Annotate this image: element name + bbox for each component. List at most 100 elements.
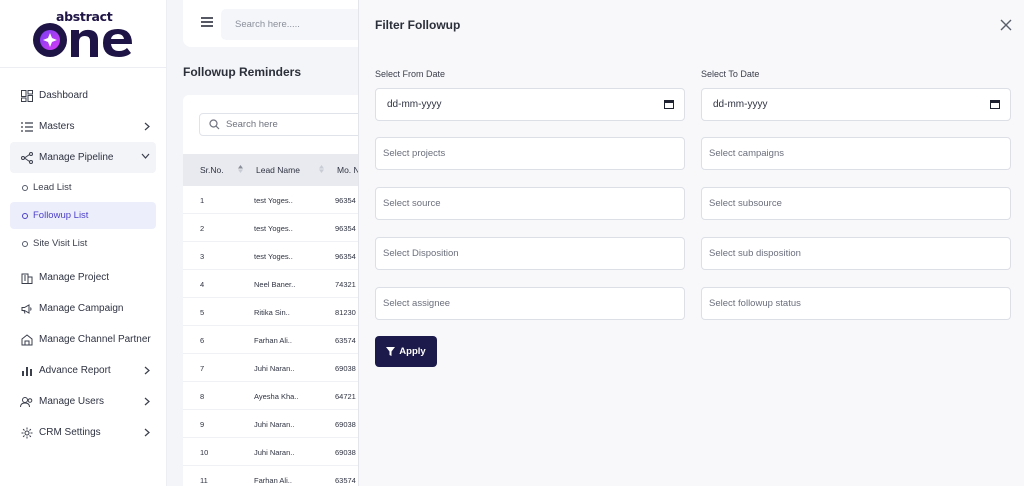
table-header: Sr.No. Lead Name Mo. N — [183, 154, 383, 186]
table-row[interactable]: 6 Farhan Ali.. 63574 — [183, 326, 383, 354]
calendar-icon[interactable] — [990, 99, 1000, 109]
sidebar-item-label: Manage Pipeline — [39, 152, 114, 163]
close-icon[interactable] — [999, 18, 1013, 32]
cell-mobile: 64721 — [335, 392, 356, 401]
cell-lead-name: test Yoges.. — [254, 252, 293, 261]
from-date-input[interactable]: dd-mm-yyyy — [375, 88, 685, 121]
apply-button-label: Apply — [399, 346, 426, 357]
from-date-label: Select From Date — [375, 69, 446, 79]
column-header-mobile[interactable]: Mo. N — [337, 165, 360, 175]
cell-lead-name: Neel Baner.. — [254, 280, 296, 289]
sidebar-item-crm-settings[interactable]: CRM Settings — [0, 417, 166, 448]
cell-lead-name: Farhan Ali.. — [254, 336, 292, 345]
cell-sr-no: 10 — [200, 448, 209, 457]
table-row[interactable]: 3 test Yoges.. 96354 — [183, 242, 383, 270]
apply-button[interactable]: Apply — [375, 336, 437, 367]
disposition-select[interactable]: Select Disposition — [375, 237, 685, 270]
table-row[interactable]: 8 Ayesha Kha.. 64721 — [183, 382, 383, 410]
cell-mobile: 96354 — [335, 196, 356, 205]
sidebar: abstract Dashboard Masters Manage Pipeli… — [0, 0, 167, 486]
cell-lead-name: Juhi Naran.. — [254, 420, 295, 429]
sidebar-subitem-followup-list[interactable]: Followup List — [10, 202, 156, 229]
sidebar-item-label: CRM Settings — [39, 427, 101, 438]
cell-lead-name: Juhi Naran.. — [254, 448, 295, 457]
subsource-select[interactable]: Select subsource — [701, 187, 1011, 220]
column-header-lead-name[interactable]: Lead Name — [256, 165, 300, 175]
search-icon — [209, 119, 220, 130]
sidebar-subitem-site-visit-list[interactable]: Site Visit List — [0, 229, 166, 258]
list-search-input[interactable]: Search here — [199, 113, 369, 136]
table-body: 1 test Yoges.. 96354 2 test Yoges.. 96354 3 t… — [183, 186, 383, 486]
chevron-right-icon — [144, 397, 150, 406]
cell-mobile: 63574 — [335, 476, 356, 485]
sub-disposition-select[interactable]: Select sub disposition — [701, 237, 1011, 270]
sidebar-item-manage-users[interactable]: Manage Users — [0, 386, 166, 417]
projects-select[interactable]: Select projects — [375, 137, 685, 170]
table-row[interactable]: 11 Farhan Ali.. 63574 — [183, 466, 383, 486]
brand-one-mark — [33, 23, 132, 57]
top-bar: Search here..... — [183, 0, 383, 47]
dashboard-icon — [20, 89, 33, 102]
cell-mobile: 74321 — [335, 280, 356, 289]
source-select[interactable]: Select source — [375, 187, 685, 220]
sidebar-item-advance-report[interactable]: Advance Report — [0, 355, 166, 386]
sort-icon[interactable] — [238, 165, 243, 173]
assignee-select[interactable]: Select assignee — [375, 287, 685, 320]
table-row[interactable]: 10 Juhi Naran.. 69038 — [183, 438, 383, 466]
table-row[interactable]: 7 Juhi Naran.. 69038 — [183, 354, 383, 382]
chevron-right-icon — [144, 428, 150, 437]
cell-lead-name: test Yoges.. — [254, 224, 293, 233]
table-row[interactable]: 5 Ritika Sin.. 81230 — [183, 298, 383, 326]
to-date-label: Select To Date — [701, 69, 760, 79]
sidebar-subitem-lead-list[interactable]: Lead List — [0, 173, 166, 202]
circle-icon — [22, 240, 28, 247]
sidebar-item-dashboard[interactable]: Dashboard — [0, 80, 166, 111]
page-title: Followup Reminders — [183, 65, 302, 79]
sidebar-item-label: Manage Project — [39, 272, 110, 283]
sidebar-item-manage-campaign[interactable]: Manage Campaign — [0, 293, 166, 324]
circle-icon — [22, 184, 28, 191]
column-header-sr-no[interactable]: Sr.No. — [200, 165, 224, 175]
table-row[interactable]: 4 Neel Baner.. 74321 — [183, 270, 383, 298]
chevron-right-icon — [144, 122, 150, 131]
bar-chart-icon — [20, 364, 33, 377]
cell-sr-no: 11 — [200, 476, 208, 485]
sidebar-item-manage-project[interactable]: Manage Project — [0, 262, 166, 293]
cell-lead-name: Farhan Ali.. — [254, 476, 292, 485]
sort-icon[interactable] — [319, 165, 324, 173]
sidebar-item-manage-channel-partner[interactable]: Manage Channel Partner — [0, 324, 166, 355]
sidebar-item-label: Masters — [39, 121, 75, 132]
cell-mobile: 69038 — [335, 448, 356, 457]
followup-list-card: Search here Sr.No. Lead Name Mo. N 1 test… — [183, 95, 383, 486]
sidebar-item-label: Manage Channel Partner — [39, 334, 151, 345]
users-icon — [20, 395, 33, 408]
global-search-input[interactable]: Search here..... — [221, 9, 371, 40]
brand-logo[interactable]: abstract — [0, 0, 166, 68]
sidebar-item-manage-pipeline[interactable]: Manage Pipeline — [10, 142, 156, 173]
panel-title: Filter Followup — [375, 18, 461, 32]
hamburger-menu-icon[interactable] — [201, 17, 213, 27]
table-row[interactable]: 9 Juhi Naran.. 69038 — [183, 410, 383, 438]
table-row[interactable]: 2 test Yoges.. 96354 — [183, 214, 383, 242]
sidebar-subitem-label: Lead List — [33, 182, 72, 193]
filter-icon — [386, 347, 396, 356]
list-search-placeholder: Search here — [226, 119, 278, 130]
cell-sr-no: 3 — [200, 252, 205, 261]
table-row[interactable]: 1 test Yoges.. 96354 — [183, 186, 383, 214]
cell-mobile: 81230 — [335, 308, 356, 317]
chevron-right-icon — [144, 366, 150, 375]
calendar-icon[interactable] — [664, 99, 674, 109]
sidebar-item-masters[interactable]: Masters — [0, 111, 166, 142]
cell-mobile: 96354 — [335, 224, 356, 233]
cell-lead-name: test Yoges.. — [254, 196, 293, 205]
cell-mobile: 63574 — [335, 336, 356, 345]
to-date-input[interactable]: dd-mm-yyyy — [701, 88, 1011, 121]
campaigns-select[interactable]: Select campaigns — [701, 137, 1011, 170]
followup-status-select[interactable]: Select followup status — [701, 287, 1011, 320]
partner-icon — [20, 333, 33, 346]
cell-sr-no: 9 — [200, 420, 205, 429]
sidebar-subitem-label: Followup List — [33, 210, 89, 221]
circle-icon — [22, 212, 28, 219]
cell-mobile: 96354 — [335, 252, 356, 261]
cell-sr-no: 4 — [200, 280, 205, 289]
